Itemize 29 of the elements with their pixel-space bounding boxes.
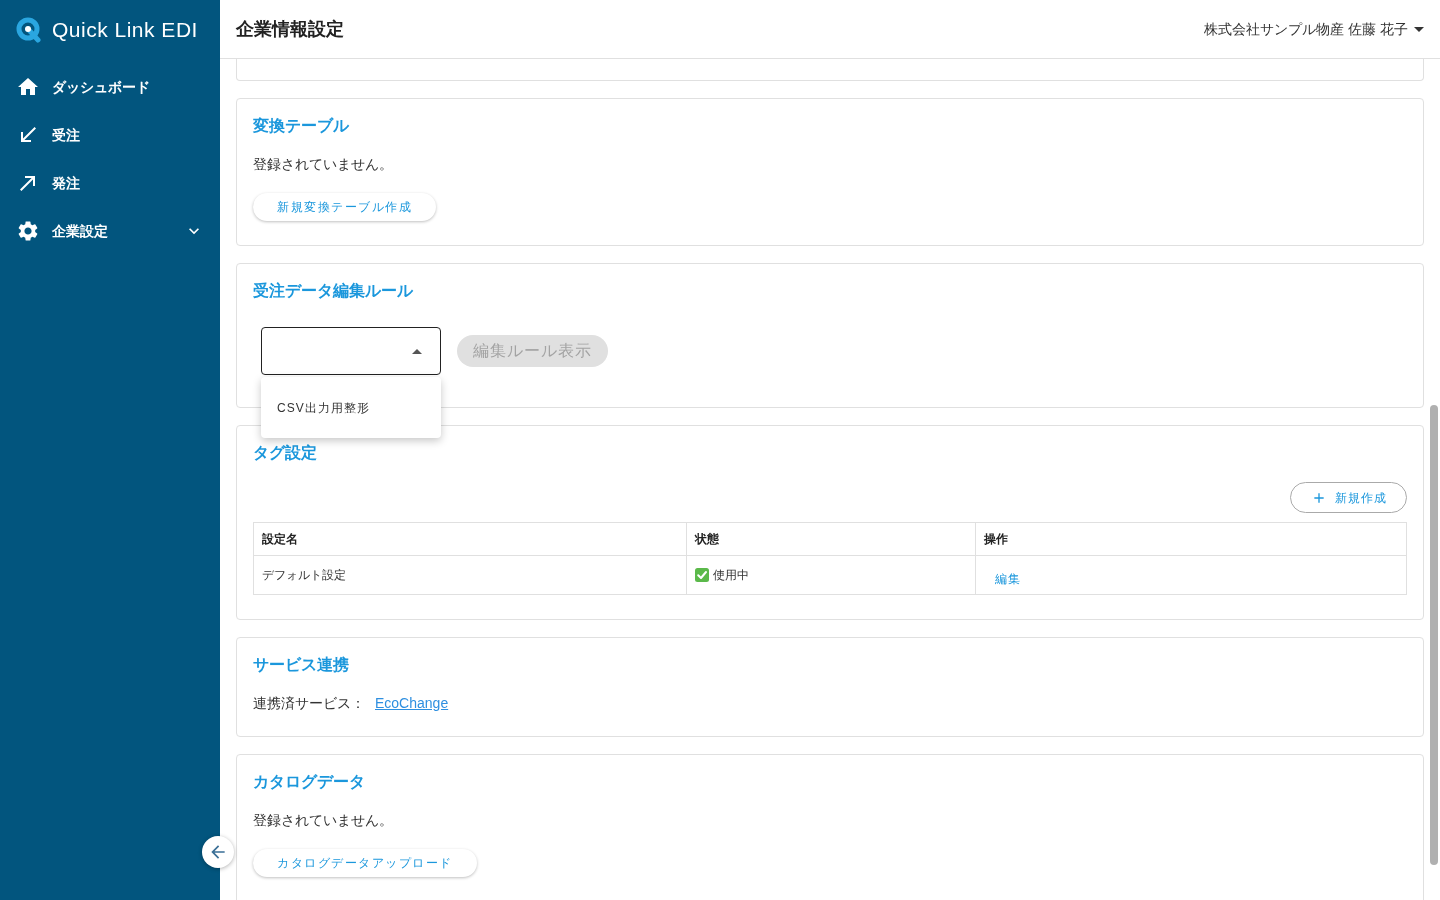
section-title: カタログデータ [253,772,366,792]
collapse-button[interactable] [202,836,234,868]
column-header: 設定名 [261,531,299,548]
page-title: 企業情報設定 [236,18,344,41]
scrollbar[interactable] [1430,405,1438,865]
status-label: 使用中 [713,567,749,583]
service-label: 連携済サービス： [253,694,365,713]
logo-icon [16,16,42,43]
nav-item[interactable]: ダッシュボード [0,63,220,111]
logo-text: Quick Link EDI [52,16,198,43]
rule-select[interactable] [261,327,441,375]
empty-message: 登録されていません。 [253,811,394,830]
caret-down-icon [1414,26,1424,32]
table-cell-text: デフォルト設定 [261,567,347,584]
user-menu-button[interactable]: 株式会社サンプル物産 佐藤 花子 [1204,19,1424,39]
nav-item[interactable]: 企業設定 [0,207,220,255]
service-link[interactable]: EcoChange [375,693,449,713]
menu-option[interactable]: CSV出力用整形 [261,385,441,430]
section-title: タグ設定 [253,443,318,463]
section-title: 変換テーブル [253,116,350,136]
section-title: 受注データ編集ルール [253,281,414,301]
nav-item[interactable]: 発注 [0,159,220,207]
section-title: サービス連携 [253,655,350,675]
settings-icon [16,219,40,243]
empty-message: 登録されていません。 [253,155,394,174]
nav-item[interactable]: 受注 [0,111,220,159]
column-header: 状態 [686,523,975,555]
column-header: 操作 [975,523,1406,555]
caret-up-icon [412,348,422,354]
